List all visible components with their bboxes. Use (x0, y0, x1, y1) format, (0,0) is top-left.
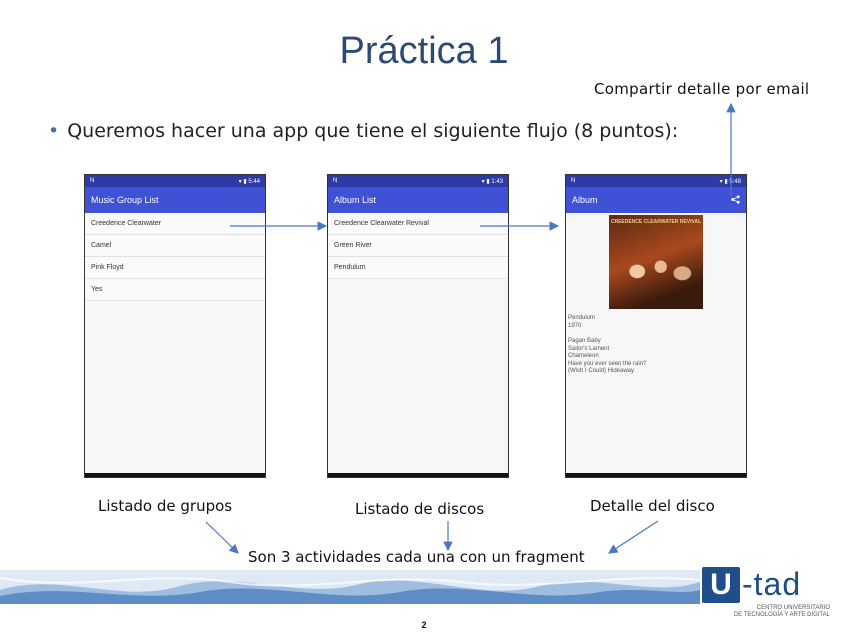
app-bar-title: Album (572, 195, 598, 205)
status-bar: N ▾ ▮ 5:44 (85, 175, 265, 187)
album-list: Creedence Clearwater Revival Green River… (328, 213, 508, 279)
track-item: Have you ever seen the rain? (568, 360, 647, 367)
list-item[interactable]: Camel (85, 235, 265, 257)
status-time: ▾ ▮ 5:48 (719, 178, 741, 185)
share-icon[interactable] (731, 194, 740, 206)
phone-albums: N ▾ ▮ 1:43 Album List Creedence Clearwat… (327, 174, 509, 478)
list-item[interactable]: Creedence Clearwater (85, 213, 265, 235)
track-item: (Wish I Could) Hideaway (568, 368, 635, 374)
list-item[interactable]: Yes (85, 279, 265, 301)
utad-logo: U -tad CENTRO UNIVERSITARIO DE TECNOLOGÍ… (702, 566, 830, 619)
bullet-dot: • (48, 120, 60, 142)
wave-decoration (0, 570, 700, 604)
share-note: Compartir detalle por email (594, 80, 810, 98)
nav-bar (328, 473, 508, 477)
track-item: Pagan Baby (568, 338, 601, 344)
nav-bar (85, 473, 265, 477)
album-name: Pendulum (568, 315, 596, 321)
bullet-text: • Queremos hacer una app que tiene el sig… (48, 120, 678, 142)
nav-bar (566, 473, 746, 477)
notification-icon: N (333, 178, 338, 184)
status-bar: N ▾ ▮ 1:43 (328, 175, 508, 187)
album-detail: Pendulum 1970 Pagan Baby Sailor's Lament… (566, 309, 746, 376)
app-bar: Album (566, 187, 746, 213)
status-time: ▾ ▮ 1:43 (481, 178, 503, 185)
album-year: 1970 (568, 322, 582, 329)
status-time: ▾ ▮ 5:44 (238, 178, 260, 185)
group-list: Creedence Clearwater Camel Pink Floyd Ye… (85, 213, 265, 301)
arrow-caption3-to-note (607, 520, 659, 554)
caption-albums: Listado de discos (355, 500, 485, 518)
list-item[interactable]: Creedence Clearwater Revival (328, 213, 508, 235)
list-item[interactable]: Green River (328, 235, 508, 257)
logo-tad: -tad (742, 566, 802, 602)
phone-groups: N ▾ ▮ 5:44 Music Group List Creedence Cl… (84, 174, 266, 478)
page-number: 2 (421, 620, 427, 630)
album-cover: CREEDENCE CLEARWATER REVIVAL (609, 215, 703, 309)
logo-u: U (702, 566, 740, 603)
list-item[interactable]: Pink Floyd (85, 257, 265, 279)
track-item: Sailor's Lament (568, 345, 610, 352)
track-item: Chameleon (568, 353, 599, 359)
slide-title: Práctica 1 (339, 30, 509, 72)
app-bar: Album List (328, 187, 508, 213)
status-bar: N ▾ ▮ 5:48 (566, 175, 746, 187)
arrow-caption1-to-note (205, 521, 239, 554)
notification-icon: N (90, 178, 95, 184)
app-bar-title: Album List (334, 195, 377, 205)
app-bar-title: Music Group List (91, 195, 159, 205)
logo-subtitle: CENTRO UNIVERSITARIO DE TECNOLOGÍA Y ART… (733, 605, 830, 618)
app-bar: Music Group List (85, 187, 265, 213)
list-item[interactable]: Pendulum (328, 257, 508, 279)
bottom-note: Son 3 actividades cada una con un fragme… (248, 548, 585, 566)
bullet-label: Queremos hacer una app que tiene el sigu… (67, 120, 679, 142)
caption-detail: Detalle del disco (590, 497, 715, 515)
cover-text: CREEDENCE CLEARWATER REVIVAL (610, 219, 702, 225)
phone-detail: N ▾ ▮ 5:48 Album CREEDENCE CLEARWATER RE… (565, 174, 747, 478)
notification-icon: N (571, 178, 576, 184)
caption-groups: Listado de grupos (98, 497, 233, 515)
